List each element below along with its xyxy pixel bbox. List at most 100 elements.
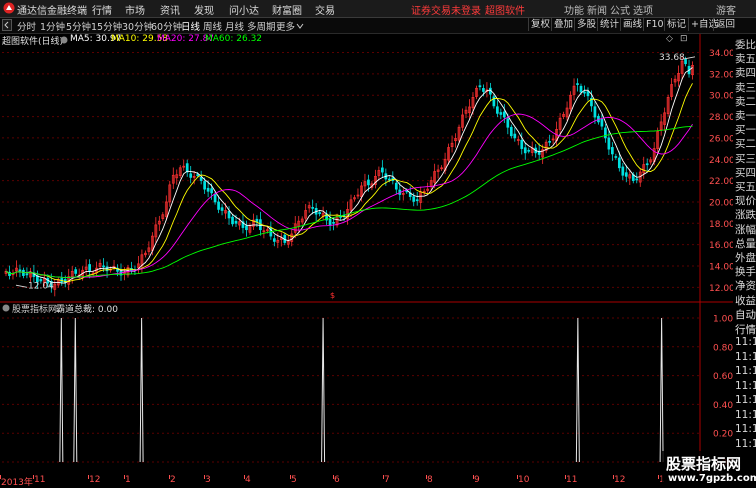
date-tick: [517, 475, 518, 479]
candle-body: [645, 163, 649, 166]
candle-body: [635, 178, 639, 181]
menu-market[interactable]: 市场: [125, 2, 145, 17]
tick-time: 11:1: [735, 394, 756, 406]
price-axis-label: 26.00: [709, 134, 733, 144]
date-tick: [658, 475, 659, 479]
period-daily[interactable]: 日线: [181, 19, 200, 33]
date-axis: 2013年11121234567891011121: [0, 475, 733, 488]
date-tick: [169, 475, 170, 479]
price-axis-label: 22.00: [709, 177, 733, 187]
chart-header: 超图软件(日线) MA5: 30.97 MA10: 29.58 MA20: 27…: [0, 34, 700, 47]
menu-market-quotes[interactable]: 行情: [92, 2, 112, 17]
split-marker: $: [330, 291, 335, 300]
quote-field-label: 买三: [735, 152, 756, 165]
period-15min[interactable]: 15分钟: [91, 19, 122, 33]
date-label: 7: [384, 475, 390, 485]
indicator-spike: [59, 317, 64, 463]
candle-body: [415, 199, 419, 202]
candle-body: [387, 178, 391, 181]
menu-discover[interactable]: 发现: [194, 2, 214, 17]
formula-button[interactable]: 公式: [610, 2, 630, 17]
candle-body: [227, 210, 231, 219]
candle-body: [496, 106, 499, 114]
date-label: 1: [125, 475, 131, 485]
menu-wealth[interactable]: 财富圈: [272, 2, 302, 17]
quote-field-label: 收益: [735, 294, 756, 307]
period-multi[interactable]: 多周期: [247, 19, 276, 33]
menu-ask[interactable]: 问小达: [229, 2, 259, 17]
kline-chart[interactable]: 34.00 32.00 30.00 28.00 26.00 24.00 22.00 20.00…: [0, 34, 733, 475]
tick-time: 11:1: [735, 365, 756, 377]
candle-body: [18, 269, 22, 272]
quote-field-label: 卖一: [735, 110, 756, 122]
function-button[interactable]: 功能: [564, 2, 584, 17]
candle-body: [513, 133, 517, 139]
candle-body: [199, 176, 203, 181]
watermark-title: 股票指标网: [666, 455, 742, 473]
draw-line-button[interactable]: 画线: [620, 18, 644, 31]
candle-body: [102, 265, 105, 268]
ma10-line: [5, 83, 693, 283]
multi-stock-button[interactable]: 多股: [574, 18, 598, 31]
candle-body: [394, 182, 398, 190]
quote-field-label: 卖四: [735, 67, 756, 80]
quote-field-label: 外盘: [735, 252, 756, 264]
candle-body: [206, 187, 210, 192]
candle-body: [611, 147, 614, 155]
date-tick: [33, 475, 34, 479]
statistics-button[interactable]: 统计: [597, 18, 621, 31]
indicator-spike: [575, 317, 580, 463]
chevron-left-icon[interactable]: [2, 19, 12, 31]
diamond-icon[interactable]: ◇: [666, 34, 673, 44]
menu-trade[interactable]: 交易: [315, 2, 335, 17]
period-5min[interactable]: 5分钟: [66, 19, 91, 33]
period-60min[interactable]: 60分钟: [151, 19, 182, 33]
login-notice[interactable]: 证券交易未登录: [411, 2, 481, 17]
date-tick: [244, 475, 245, 479]
candle-body: [88, 264, 91, 272]
candle-body: [502, 111, 506, 118]
quote-field-label: 卖三: [735, 81, 756, 94]
period-timeshare[interactable]: 分时: [17, 19, 36, 33]
period-more[interactable]: 更多: [276, 19, 295, 33]
candle-body: [367, 179, 370, 186]
f10-button[interactable]: F10: [643, 18, 666, 31]
expand-icon[interactable]: ⊡: [680, 34, 688, 44]
mark-button[interactable]: 标记: [664, 18, 688, 31]
period-weekly[interactable]: 周线: [203, 19, 222, 33]
candle-body: [478, 85, 482, 88]
price-axis-label: 30.00: [709, 92, 733, 102]
guest-button[interactable]: 游客: [716, 2, 736, 17]
menu-news[interactable]: 资讯: [160, 2, 180, 17]
price-axis-label: 12.00: [709, 284, 733, 294]
options-button[interactable]: 选项: [633, 2, 653, 17]
indicator-spike: [659, 317, 664, 463]
price-axis-label: 34.00: [709, 49, 733, 59]
stock-name[interactable]: 超图软件(日线): [2, 34, 63, 47]
candle-body: [332, 221, 335, 224]
date-label: 8: [427, 475, 433, 485]
settings-circle-icon[interactable]: [2, 304, 10, 312]
quote-field-label: 现价: [735, 195, 756, 208]
quote-field-label: 买一: [735, 124, 756, 137]
quote-field-label: 净资: [735, 280, 756, 293]
period-1min[interactable]: 1分钟: [40, 19, 65, 33]
candle-body: [600, 118, 604, 127]
adjust-button[interactable]: 复权: [528, 18, 552, 31]
candle-body: [381, 167, 384, 173]
candle-body: [213, 194, 217, 203]
overlay-button[interactable]: 叠加: [551, 18, 575, 31]
menu-bar: 通达信金融终端 行情 市场 资讯 发现 问小达 财富圈 交易 证券交易未登录 超…: [0, 0, 756, 18]
price-axis-label: 28.00: [709, 113, 733, 123]
back-button[interactable]: 返回: [713, 18, 737, 31]
news-button[interactable]: 新闻: [587, 2, 607, 17]
chevron-down-icon[interactable]: [296, 22, 304, 30]
candle-body: [492, 96, 496, 107]
candle-body: [231, 216, 234, 225]
settings-circle-icon[interactable]: [60, 36, 68, 44]
tick-time: 11:1: [735, 423, 756, 435]
period-monthly[interactable]: 月线: [225, 19, 244, 33]
period-30min[interactable]: 30分钟: [122, 19, 153, 33]
date-label: 5: [291, 475, 297, 485]
candle-body: [220, 207, 224, 211]
